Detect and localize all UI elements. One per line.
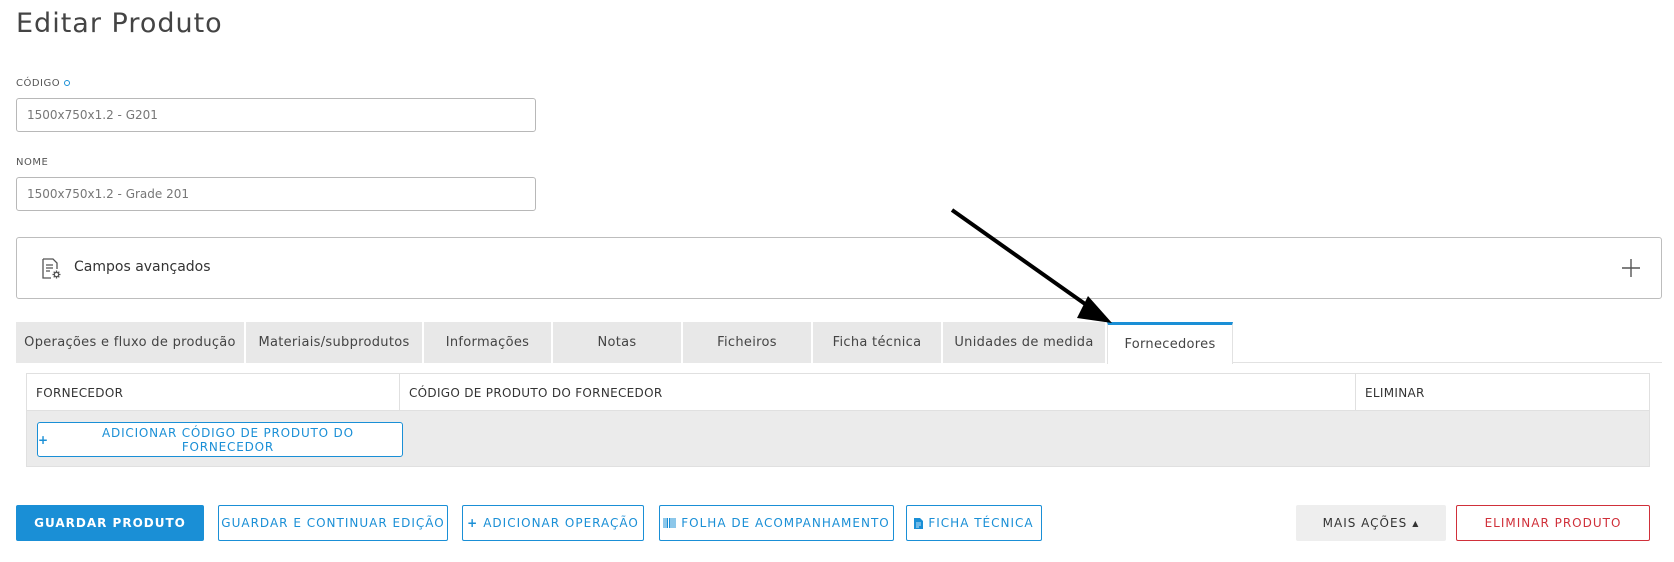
tab-bar: Operações e fluxo de produção Materiais/… (16, 322, 1662, 364)
datasheet-label: FICHA TÉCNICA (928, 516, 1034, 530)
add-operation-label: ADICIONAR OPERAÇÃO (483, 516, 639, 530)
tab-operations[interactable]: Operações e fluxo de produção (16, 322, 246, 363)
tracking-sheet-button[interactable]: FOLHA DE ACOMPANHAMENTO (659, 505, 894, 541)
advanced-fields-label: Campos avançados (74, 259, 211, 275)
suppliers-table: FORNECEDOR CÓDIGO DE PRODUTO DO FORNECED… (26, 373, 1650, 467)
add-supplier-code-label: ADICIONAR CÓDIGO DE PRODUTO DO FORNECEDO… (102, 425, 354, 454)
plus-icon: + (38, 432, 49, 447)
tab-files[interactable]: Ficheiros (683, 322, 813, 363)
name-label: NOME (16, 157, 49, 168)
settings-document-icon (42, 258, 61, 279)
column-header-supplier-code: CÓDIGO DE PRODUTO DO FORNECEDOR (400, 374, 1356, 411)
tracking-sheet-label: FOLHA DE ACOMPANHAMENTO (681, 516, 890, 530)
save-continue-button[interactable]: GUARDAR E CONTINUAR EDIÇÃO (218, 505, 448, 541)
plus-icon[interactable] (1619, 256, 1643, 280)
tab-datasheet[interactable]: Ficha técnica (813, 322, 943, 363)
table-header: FORNECEDOR CÓDIGO DE PRODUTO DO FORNECED… (27, 374, 1649, 411)
caret-up-icon: ▲ (1412, 518, 1420, 528)
tab-units[interactable]: Unidades de medida (943, 322, 1107, 363)
required-indicator-icon (64, 80, 71, 86)
add-operation-button[interactable]: + ADICIONAR OPERAÇÃO (462, 505, 644, 541)
delete-product-button[interactable]: ELIMINAR PRODUTO (1456, 505, 1650, 541)
tab-suppliers[interactable]: Fornecedores (1107, 322, 1233, 364)
save-product-button[interactable]: GUARDAR PRODUTO (16, 505, 204, 541)
more-actions-label: MAIS AÇÕES (1322, 516, 1408, 530)
code-label-text: CÓDIGO (16, 78, 61, 89)
file-icon (914, 517, 924, 529)
datasheet-button[interactable]: FICHA TÉCNICA (906, 505, 1042, 541)
column-header-delete: ELIMINAR (1365, 385, 1425, 400)
barcode-icon (663, 518, 676, 528)
add-supplier-code-button[interactable]: + ADICIONAR CÓDIGO DE PRODUTO DO FORNECE… (37, 422, 403, 457)
more-actions-button[interactable]: MAIS AÇÕES ▲ (1296, 505, 1446, 541)
tab-materials[interactable]: Materiais/subprodutos (246, 322, 424, 363)
advanced-fields-panel[interactable]: Campos avançados (16, 237, 1662, 299)
tab-information[interactable]: Informações (424, 322, 553, 363)
tab-notes[interactable]: Notas (553, 322, 683, 363)
plus-icon: + (467, 516, 479, 530)
code-input[interactable] (16, 98, 536, 132)
column-header-supplier: FORNECEDOR (27, 374, 400, 411)
code-label: CÓDIGO (16, 78, 71, 89)
name-input[interactable] (16, 177, 536, 211)
page-title: Editar Produto (16, 8, 223, 39)
